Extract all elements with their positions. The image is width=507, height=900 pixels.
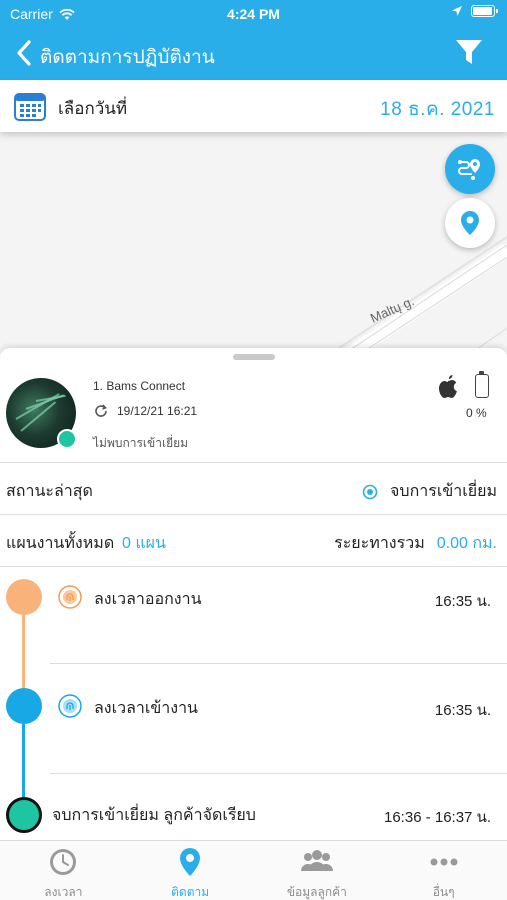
tab-label: ข้อมูลลูกค้า (286, 885, 347, 899)
fingerprint-icon (58, 585, 82, 609)
device-battery-percent: 0 % (466, 406, 487, 420)
page-title: ติดตามการปฏิบัติงาน (40, 47, 215, 68)
employee-name: 1. Bams Connect (93, 379, 186, 393)
visit-end-icon (362, 484, 378, 499)
tab-more[interactable]: อื่นๆ (380, 841, 507, 900)
chevron-left-icon[interactable] (12, 38, 36, 68)
battery-icon (471, 5, 498, 17)
sheet-handle[interactable] (233, 354, 275, 360)
location-arrow-icon (452, 6, 462, 16)
tab-label: ลงเวลา (44, 885, 83, 899)
route-button[interactable] (445, 144, 495, 194)
tab-label: อื่นๆ (432, 885, 455, 899)
date-picker-bar[interactable]: เลือกวันที่ 18 ธ.ค. 2021 (0, 80, 507, 132)
customers-icon (300, 850, 333, 871)
status-time: 4:24 PM (227, 6, 280, 22)
visit-status: ไม่พบการเข้าเยี่ยม (93, 436, 189, 450)
status-right (451, 5, 498, 17)
filter-icon[interactable] (455, 38, 483, 66)
fingerprint-icon (58, 694, 82, 718)
map-roads (329, 236, 507, 354)
tab-label: ติดตาม (171, 885, 210, 899)
nav-bar: ติดตามการปฏิบัติงาน (0, 32, 507, 74)
sync-icon (95, 404, 107, 417)
plans-label: แผนงานทั้งหมด (6, 535, 115, 552)
location-pin-icon (180, 848, 201, 876)
timeline-time: 16:35 น. (434, 593, 491, 610)
plans-count: 0 แผน (122, 535, 166, 552)
timeline-separator (50, 773, 507, 774)
timeline-dot-checkin (6, 688, 42, 724)
latest-status-value: จบการเข้าเยี่ยม (362, 479, 497, 504)
timeline-label: จบการเข้าเยี่ยม ลูกค้าจัดเรียบ (52, 807, 256, 824)
bottom-sheet: 1. Bams Connect 19/12/21 16:21 ไม่พบการเ… (0, 348, 507, 840)
timeline-time: 16:36 - 16:37 น. (384, 809, 491, 826)
my-location-button[interactable] (445, 198, 495, 248)
timeline-label: ลงเวลาออกงาน (94, 591, 202, 608)
calendar-icon (14, 93, 46, 121)
tab-clock-in[interactable]: ลงเวลา (0, 841, 127, 900)
clock-icon (50, 849, 77, 875)
tab-customers[interactable]: ข้อมูลลูกค้า (254, 841, 381, 900)
distance-value: 0.00 กม. (436, 535, 497, 552)
tab-bar: ลงเวลา ติดตาม ข้อมูลลูกค้า อื่นๆ (0, 840, 507, 900)
map-view[interactable] (0, 132, 507, 354)
apple-icon (439, 375, 457, 398)
distance-label: ระยะทางรวม (334, 535, 425, 552)
date-label: เลือกวันที่ (58, 99, 128, 118)
plans-row: แผนงานทั้งหมด 0 แผน ระยะทางรวม 0.00 กม. (0, 514, 507, 566)
location-pin-icon (461, 211, 479, 235)
last-sync-time: 19/12/21 16:21 (117, 404, 198, 418)
timeline-dot-checkout (6, 579, 42, 615)
timeline-label: ลงเวลาเข้างาน (94, 700, 198, 717)
online-status-dot (57, 429, 77, 449)
tab-tracking[interactable]: ติดตาม (127, 841, 254, 900)
device-battery-icon (475, 371, 489, 398)
distance: ระยะทางรวม 0.00 กม. (334, 531, 497, 556)
timeline-separator (50, 663, 507, 664)
timeline-time: 16:35 น. (434, 702, 491, 719)
latest-status-text: จบการเข้าเยี่ยม (390, 483, 497, 500)
employee-card[interactable]: 1. Bams Connect 19/12/21 16:21 ไม่พบการเ… (0, 366, 507, 462)
top-bar: Carrier 4:24 PM ติดตามการปฏิบัติงาน (0, 0, 507, 80)
status-bar: Carrier 4:24 PM (0, 0, 507, 28)
more-icon (430, 858, 458, 866)
latest-status-row: สถานะล่าสุด จบการเข้าเยี่ยม (0, 462, 507, 514)
activity-timeline: ลงเวลาออกงาน 16:35 น. ลงเวลาเข้างาน 16:3… (0, 566, 507, 840)
route-icon (458, 159, 480, 180)
last-sync: 19/12/21 16:21 (93, 403, 197, 419)
selected-date[interactable]: 18 ธ.ค. 2021 (380, 94, 495, 124)
timeline-dot-visit-end (6, 797, 42, 833)
latest-status-label: สถานะล่าสุด (6, 483, 93, 500)
